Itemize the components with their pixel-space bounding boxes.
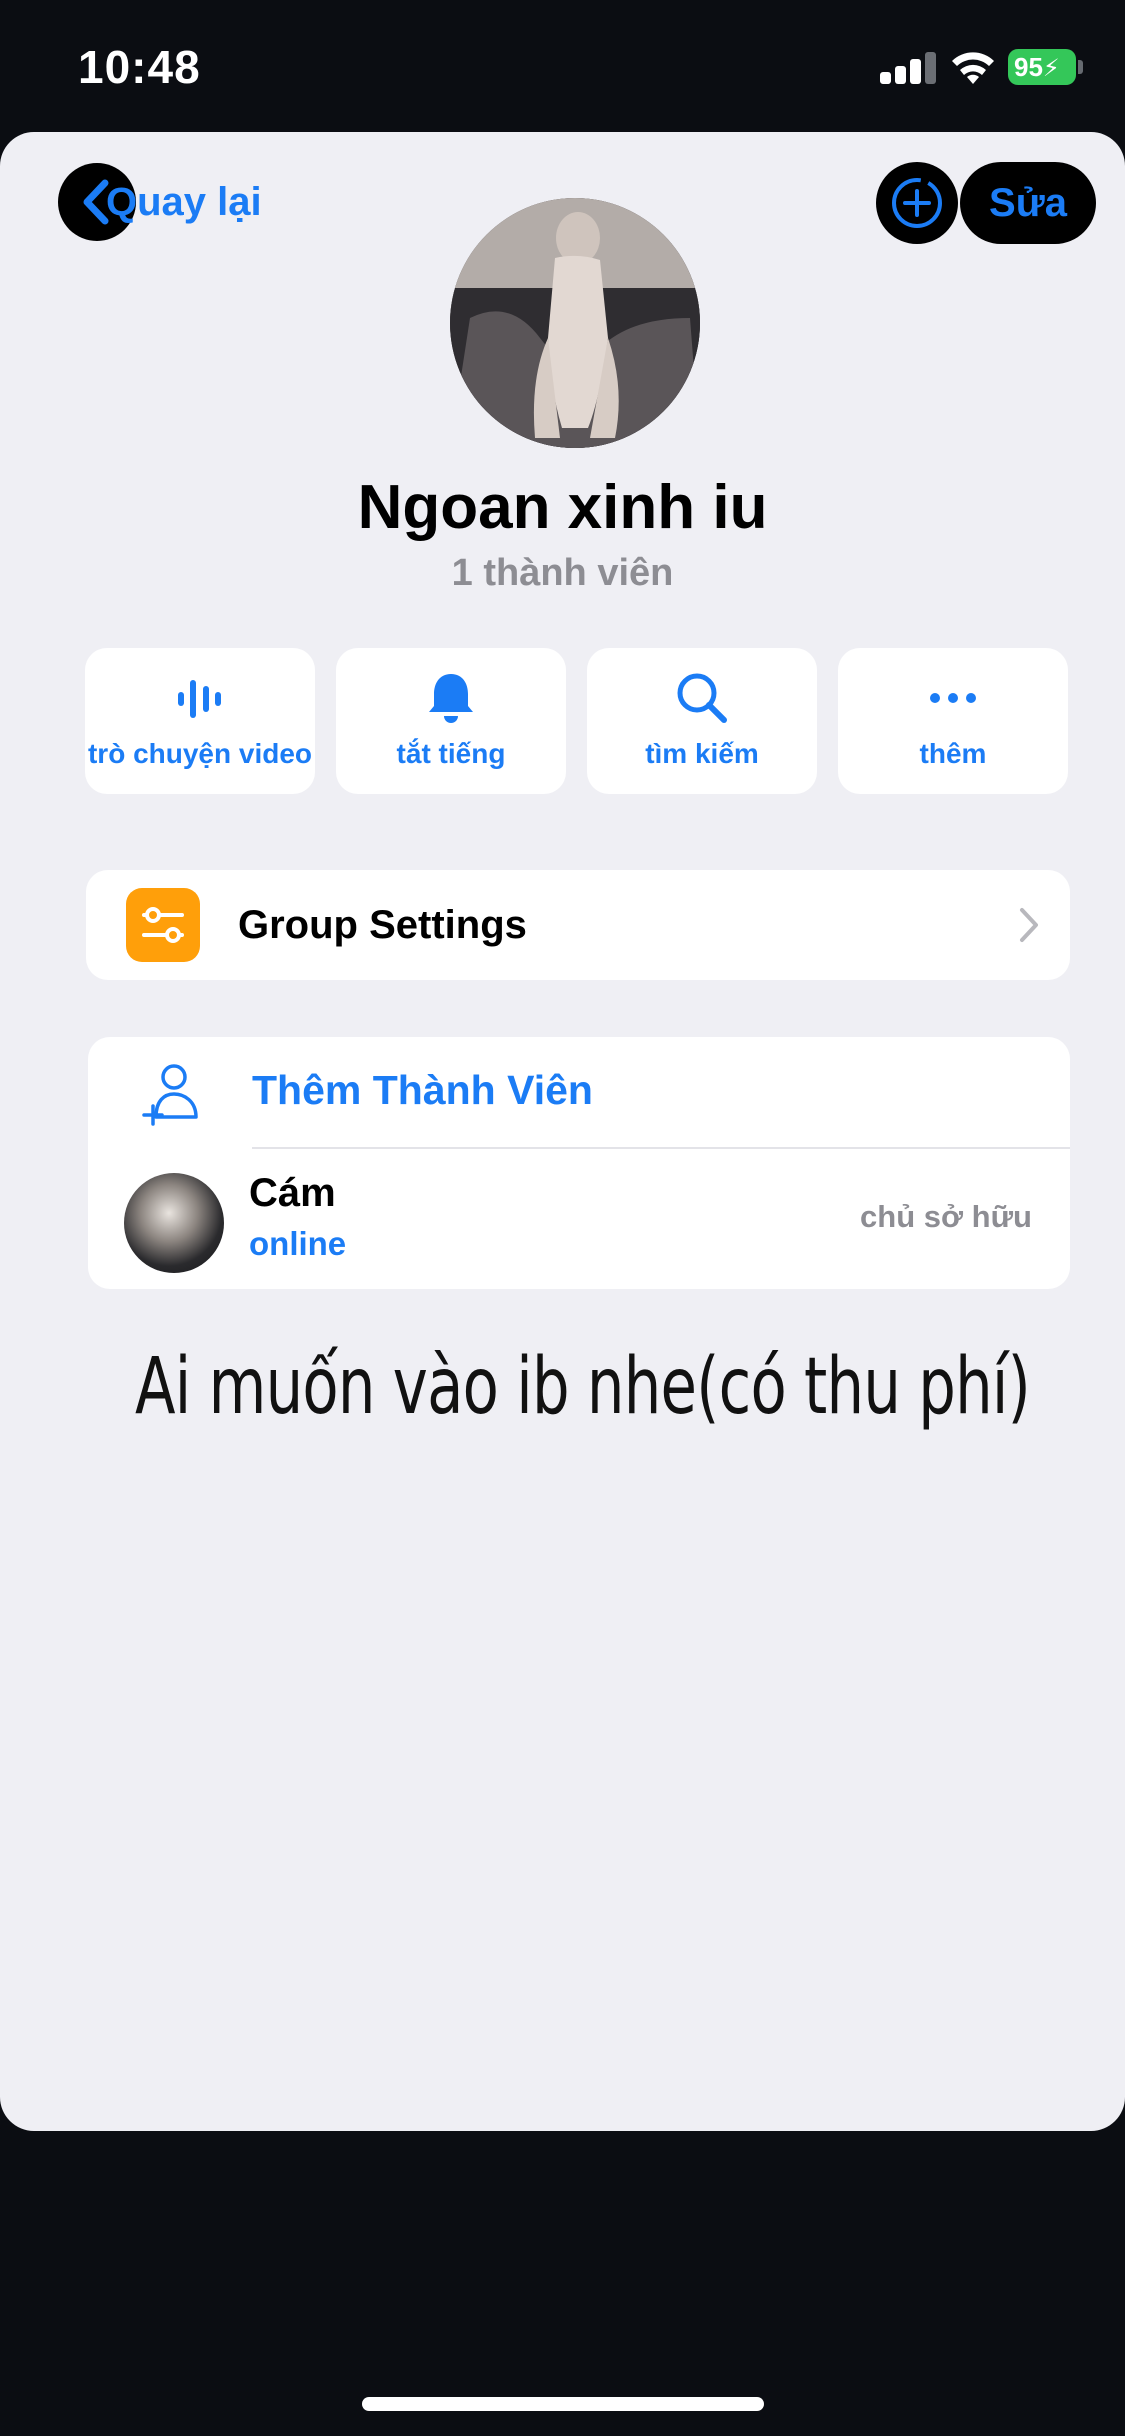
more-label: thêm (919, 738, 987, 769)
settings-icon-tile (126, 888, 200, 962)
member-avatar (124, 1173, 224, 1273)
home-indicator[interactable] (362, 2397, 764, 2411)
search-label: tìm kiếm (645, 738, 759, 769)
member-status: online (249, 1225, 347, 1262)
video-chat-label: trò chuyện video (87, 738, 313, 769)
add-circle-icon (892, 178, 942, 228)
phone-screen: 10:48 95⚡ Quay lại Sửa Ngoan xinh iu 1 t… (0, 0, 1125, 2436)
charging-bolt-icon: ⚡ (1042, 55, 1060, 82)
bell-icon (429, 674, 473, 723)
add-member-icon (142, 1064, 198, 1126)
group-avatar[interactable] (450, 198, 700, 448)
member-name: Cám (249, 1171, 336, 1215)
more-icon (930, 693, 976, 703)
mute-button[interactable]: tắt tiếng (336, 648, 566, 794)
group-settings-row[interactable]: Group Settings (86, 870, 1070, 980)
wifi-icon (952, 52, 994, 84)
battery-indicator: 95⚡ (1008, 49, 1076, 85)
search-icon (677, 673, 727, 723)
battery-level: 95 (1014, 52, 1043, 82)
action-bar: trò chuyện video tắt tiếng tìm kiếm thêm (85, 648, 1070, 794)
member-row[interactable]: Cám online chủ sở hữu (88, 1149, 1070, 1289)
video-chat-button[interactable]: trò chuyện video (85, 648, 315, 794)
group-info-sheet: Quay lại Sửa Ngoan xinh iu 1 thành viên (0, 132, 1125, 2131)
member-count: 1 thành viên (451, 552, 674, 594)
cellular-signal-icon (880, 50, 936, 84)
members-card: Thêm Thành Viên Cám online chủ sở hữu (88, 1037, 1070, 1289)
chevron-right-icon (1020, 908, 1038, 942)
back-button[interactable]: Quay lại (58, 162, 262, 242)
add-button[interactable] (876, 162, 958, 244)
sliders-icon (142, 907, 184, 943)
mute-label: tắt tiếng (396, 738, 506, 769)
member-role: chủ sở hữu (860, 1199, 1032, 1234)
back-label: Quay lại (106, 179, 262, 224)
status-time: 10:48 (78, 41, 201, 93)
group-avatar-photo (450, 198, 700, 448)
battery-nub (1078, 60, 1083, 74)
edit-button[interactable]: Sửa (960, 162, 1096, 244)
search-button[interactable]: tìm kiếm (587, 648, 817, 794)
voice-chat-icon (178, 680, 221, 718)
overlay-caption: Ai muốn vào ib nhe(có thu phí) (135, 1342, 1031, 1432)
group-name: Ngoan xinh iu (357, 473, 768, 542)
add-member-label: Thêm Thành Viên (252, 1067, 593, 1113)
add-member-row[interactable]: Thêm Thành Viên (88, 1037, 1070, 1147)
more-button[interactable]: thêm (838, 648, 1068, 794)
group-settings-label: Group Settings (238, 902, 527, 947)
